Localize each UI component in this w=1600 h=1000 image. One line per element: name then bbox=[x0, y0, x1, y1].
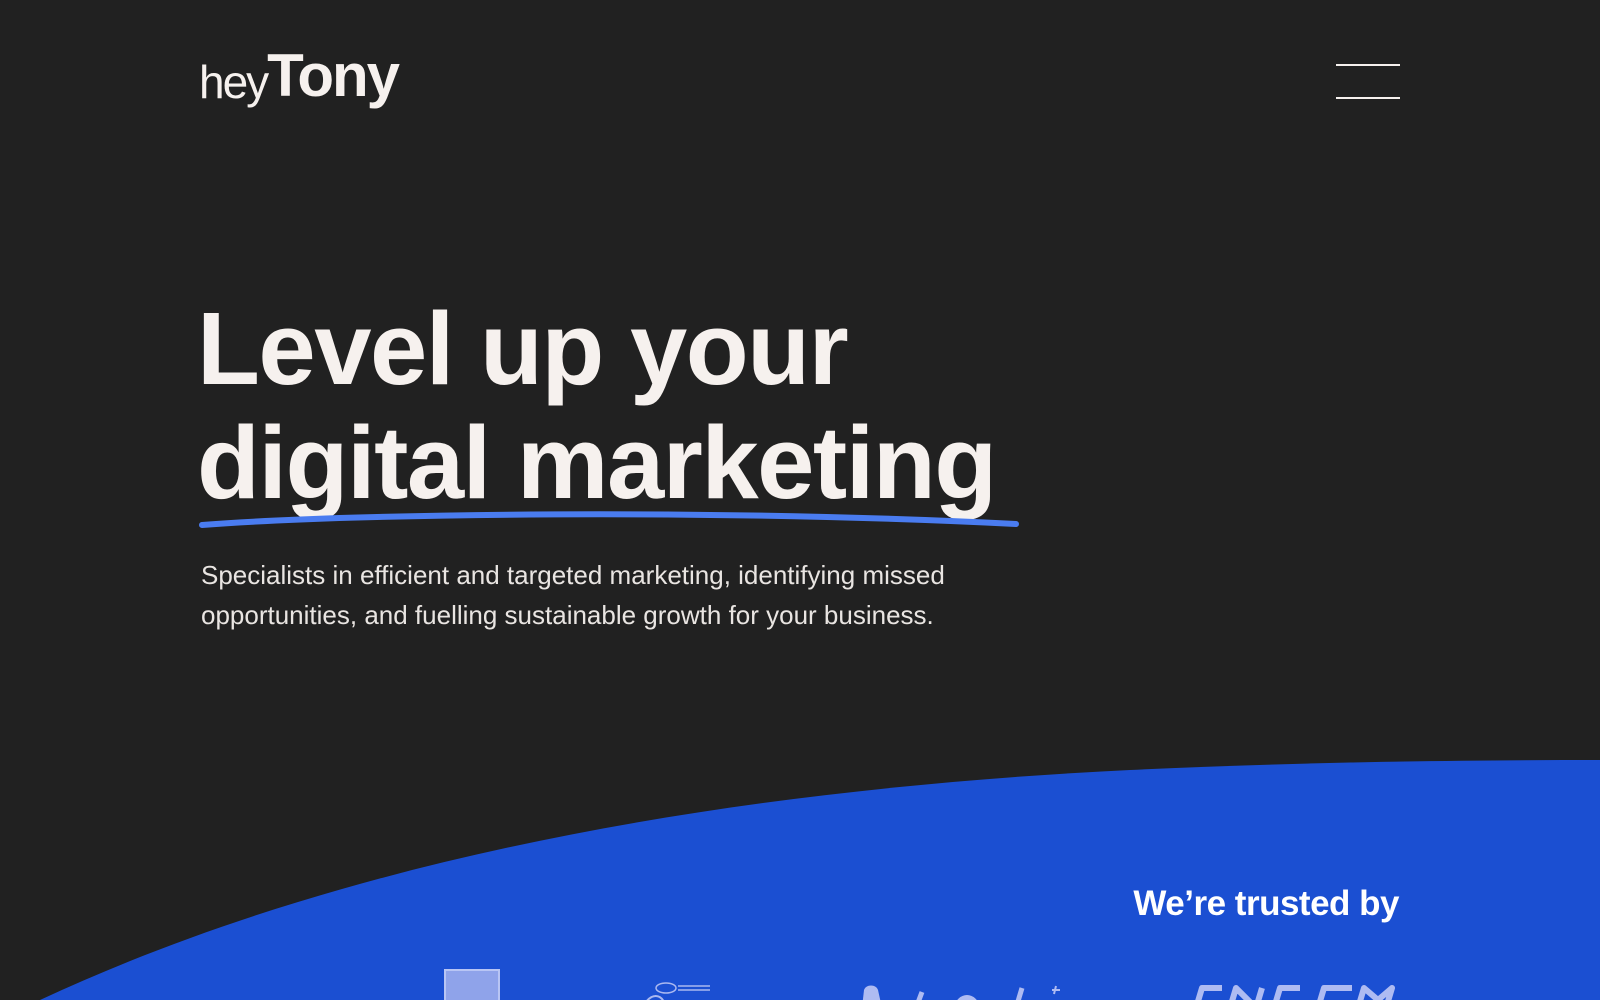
rbc-logo bbox=[444, 969, 500, 1000]
hero-subtitle: Specialists in efficient and targeted ma… bbox=[201, 560, 945, 630]
indie-88-fm-logo bbox=[1195, 985, 1395, 1000]
shopify-logo bbox=[862, 985, 1060, 1000]
menu-line-top bbox=[1336, 64, 1400, 66]
trusted-by-heading: We’re trusted by bbox=[1133, 884, 1399, 923]
menu-line-bottom bbox=[1336, 97, 1400, 99]
logo-prefix: hey bbox=[199, 56, 269, 108]
page: hey Tony Level up your digital marketing… bbox=[0, 0, 1600, 1000]
hero-title-line-1: Level up your bbox=[197, 291, 849, 406]
hero-title-line-2: digital marketing bbox=[197, 405, 997, 520]
hamburger-menu-icon[interactable] bbox=[1336, 64, 1400, 100]
heytony-logo[interactable]: hey Tony bbox=[199, 42, 400, 109]
coca-cola-logo bbox=[646, 982, 710, 1000]
logo-name: Tony bbox=[267, 42, 400, 109]
title-underline bbox=[199, 511, 1019, 528]
hero-title: Level up your digital marketing bbox=[197, 291, 997, 520]
